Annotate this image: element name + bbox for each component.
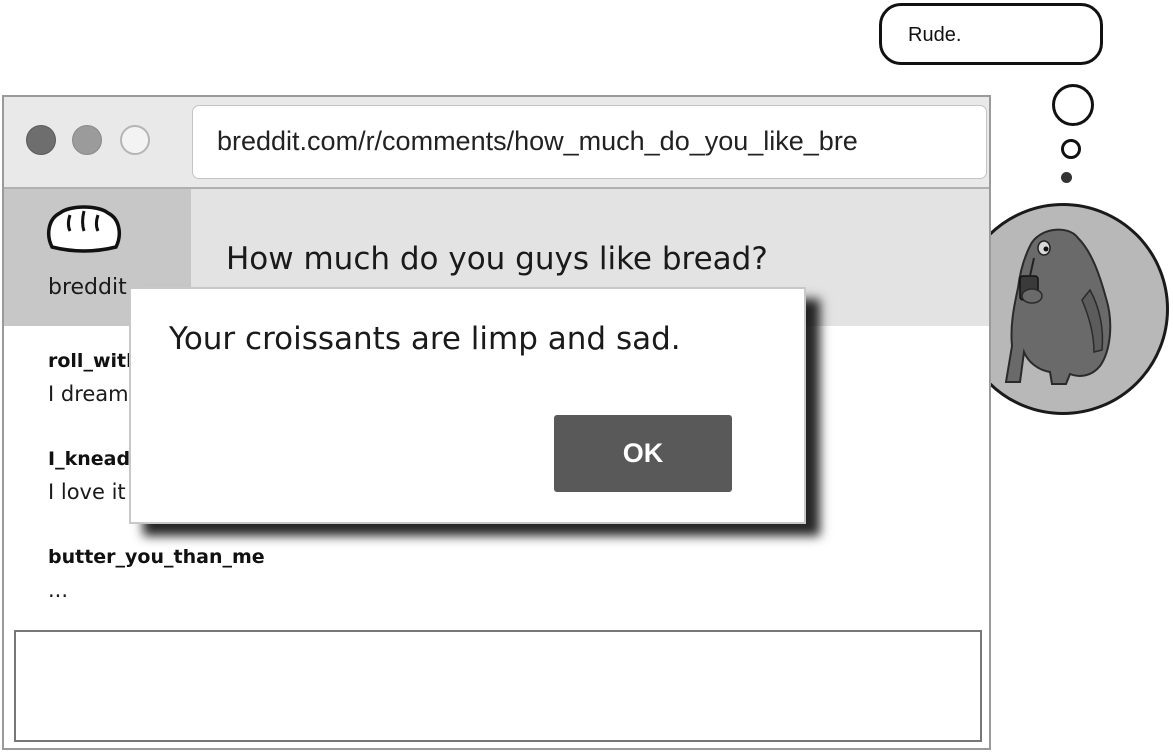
thought-dot-large: [1052, 84, 1094, 126]
thought-dot-small: [1061, 172, 1072, 183]
comment-text: ...: [48, 578, 69, 602]
comment: butter_you_than_me ...: [48, 545, 948, 641]
alert-dialog: Your croissants are limp and sad. OK: [129, 287, 806, 524]
comment-username[interactable]: butter_you_than_me: [48, 545, 948, 569]
browser-toolbar: breddit.com/r/comments/how_much_do_you_l…: [4, 97, 989, 189]
maximize-window-button[interactable]: [120, 125, 150, 155]
reply-textarea[interactable]: [14, 630, 982, 742]
thought-text: Rude.: [908, 24, 962, 46]
ok-button[interactable]: OK: [554, 415, 732, 492]
bread-icon: [46, 205, 122, 253]
alert-message: Your croissants are limp and sad.: [169, 321, 681, 357]
close-window-button[interactable]: [26, 125, 56, 155]
thought-bubble: Rude.: [879, 3, 1103, 65]
thought-dot-medium: [1061, 139, 1081, 159]
post-title: How much do you guys like bread?: [226, 241, 768, 277]
address-bar[interactable]: breddit.com/r/comments/how_much_do_you_l…: [192, 105, 987, 179]
address-text: breddit.com/r/comments/how_much_do_you_l…: [217, 126, 858, 156]
logo-text: breddit: [48, 275, 127, 300]
minimize-window-button[interactable]: [72, 125, 102, 155]
